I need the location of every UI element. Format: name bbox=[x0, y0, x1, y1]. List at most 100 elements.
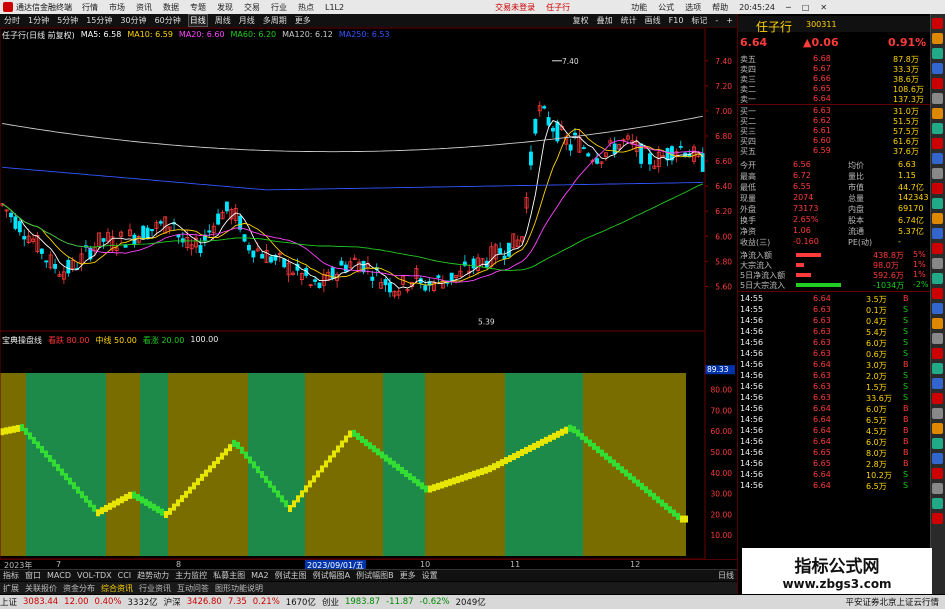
bottom-tab[interactable]: 窗口 bbox=[25, 570, 41, 581]
sidebar-tool-icon[interactable] bbox=[932, 423, 943, 434]
sidebar-tool-icon[interactable] bbox=[932, 108, 943, 119]
kline-chart-area[interactable]: 7.40 7.20 7.00 6.80 6.60 6.40 6.20 6.00 5.80 5.60… bbox=[0, 28, 737, 569]
menu-options[interactable]: 选项 bbox=[685, 2, 701, 13]
sidebar-tool-icon[interactable] bbox=[932, 303, 943, 314]
period-tab-week[interactable]: 周线 bbox=[214, 15, 232, 26]
adjust-button[interactable]: 复权 bbox=[573, 15, 589, 26]
menu-market2[interactable]: 市场 bbox=[109, 2, 125, 13]
bottom-tab[interactable]: MACD bbox=[47, 571, 71, 580]
trade-login-link[interactable]: 交易未登录 bbox=[495, 2, 535, 13]
bottom-tab[interactable]: MA2 bbox=[251, 571, 268, 580]
menu-topic[interactable]: 专题 bbox=[190, 2, 206, 13]
sidebar-tool-icon[interactable] bbox=[932, 408, 943, 419]
sidebar-tool-icon[interactable] bbox=[932, 168, 943, 179]
sidebar-tool-icon[interactable] bbox=[932, 153, 943, 164]
period-tab-multi[interactable]: 多周期 bbox=[262, 15, 288, 26]
sidebar-tool-icon[interactable] bbox=[932, 63, 943, 74]
sub-tab[interactable]: 资金分布 bbox=[63, 583, 95, 594]
sidebar-tool-icon[interactable] bbox=[932, 348, 943, 359]
sidebar-tool-icon[interactable] bbox=[932, 18, 943, 29]
stats-button[interactable]: 统计 bbox=[621, 15, 637, 26]
bottom-tab[interactable]: 例试幅图A bbox=[313, 570, 350, 581]
sidebar-tool-icon[interactable] bbox=[932, 198, 943, 209]
bottom-tab[interactable]: 指标 bbox=[3, 570, 19, 581]
expand-button[interactable]: 扩展 bbox=[3, 583, 19, 594]
sidebar-tool-icon[interactable] bbox=[932, 228, 943, 239]
index-name-hs[interactable]: 沪深 bbox=[164, 596, 181, 608]
minimize-icon[interactable]: ─ bbox=[786, 3, 791, 12]
period-tab-day[interactable]: 日线 bbox=[187, 14, 208, 27]
bottom-tab[interactable]: VOL-TDX bbox=[77, 571, 112, 580]
sidebar-tool-icon[interactable] bbox=[932, 243, 943, 254]
period-tab-15m[interactable]: 15分钟 bbox=[85, 15, 113, 26]
sidebar-tool-icon[interactable] bbox=[932, 378, 943, 389]
sidebar-tool-icon[interactable] bbox=[932, 33, 943, 44]
sidebar-tool-icon[interactable] bbox=[932, 438, 943, 449]
menu-hot[interactable]: 热点 bbox=[298, 2, 314, 13]
draw-button[interactable]: 画线 bbox=[645, 15, 661, 26]
menu-industry[interactable]: 行业 bbox=[271, 2, 287, 13]
sub-tab[interactable]: 图形功能说明 bbox=[215, 583, 263, 594]
menu-discover[interactable]: 发现 bbox=[217, 2, 233, 13]
sidebar-tool-icon[interactable] bbox=[932, 123, 943, 134]
f10-button[interactable]: F10 bbox=[669, 16, 684, 25]
menu-function[interactable]: 功能 bbox=[631, 2, 647, 13]
sidebar-tool-icon[interactable] bbox=[932, 513, 943, 524]
sidebar-tool-icon[interactable] bbox=[932, 468, 943, 479]
period-tab-5m[interactable]: 5分钟 bbox=[56, 15, 79, 26]
index-name-cy[interactable]: 创业 bbox=[322, 596, 339, 608]
period-indicator[interactable]: 日线 bbox=[718, 570, 734, 581]
mark-button[interactable]: 标记 bbox=[691, 15, 707, 26]
menu-data[interactable]: 数据 bbox=[163, 2, 179, 13]
sidebar-tool-icon[interactable] bbox=[932, 183, 943, 194]
overlay-button[interactable]: 叠加 bbox=[597, 15, 613, 26]
period-tab-month[interactable]: 月线 bbox=[238, 15, 256, 26]
menu-l1l2[interactable]: L1L2 bbox=[325, 3, 344, 12]
menu-news[interactable]: 资讯 bbox=[136, 2, 152, 13]
period-tab-30m[interactable]: 30分钟 bbox=[119, 15, 147, 26]
stock-name-link[interactable]: 任子行 bbox=[546, 2, 570, 13]
bottom-tab[interactable]: 设置 bbox=[422, 570, 438, 581]
zoom-out-button[interactable]: - bbox=[715, 16, 718, 25]
bottom-tab[interactable]: CCI bbox=[118, 571, 132, 580]
maximize-icon[interactable]: □ bbox=[802, 3, 810, 12]
menu-formula[interactable]: 公式 bbox=[658, 2, 674, 13]
sub-tab[interactable]: 综合资讯 bbox=[101, 583, 133, 594]
bottom-tab[interactable]: 例试幅图B bbox=[356, 570, 394, 581]
sidebar-tool-icon[interactable] bbox=[932, 273, 943, 284]
sidebar-tool-icon[interactable] bbox=[932, 213, 943, 224]
bottom-tab[interactable]: 私募主图 bbox=[213, 570, 245, 581]
bottom-tab[interactable]: 主力监控 bbox=[175, 570, 207, 581]
sub-tab[interactable]: 行业资讯 bbox=[139, 583, 171, 594]
sidebar-tool-icon[interactable] bbox=[932, 288, 943, 299]
sub-tab[interactable]: 互动问答 bbox=[177, 583, 209, 594]
sidebar-tool-icon[interactable] bbox=[932, 393, 943, 404]
close-icon[interactable]: ✕ bbox=[820, 3, 827, 12]
sidebar-tool-icon[interactable] bbox=[932, 483, 943, 494]
period-tab-fenshi[interactable]: 分时 bbox=[3, 15, 21, 26]
sidebar-tool-icon[interactable] bbox=[932, 138, 943, 149]
sidebar-tool-icon[interactable] bbox=[932, 258, 943, 269]
sidebar-tool-icon[interactable] bbox=[932, 318, 943, 329]
sidebar-tool-icon[interactable] bbox=[932, 498, 943, 509]
period-tab-1m[interactable]: 1分钟 bbox=[27, 15, 50, 26]
indicator-name[interactable]: 宝典操盘线 bbox=[2, 335, 42, 346]
server-status[interactable]: 平安证券北京上证云行情 bbox=[845, 596, 939, 608]
menu-trade[interactable]: 交易 bbox=[244, 2, 260, 13]
sidebar-tool-icon[interactable] bbox=[932, 333, 943, 344]
sub-tab[interactable]: 关联报价 bbox=[25, 583, 57, 594]
zoom-in-button[interactable]: + bbox=[726, 16, 733, 25]
period-tab-more[interactable]: 更多 bbox=[294, 15, 312, 26]
period-tab-60m[interactable]: 60分钟 bbox=[154, 15, 182, 26]
sidebar-tool-icon[interactable] bbox=[932, 453, 943, 464]
bottom-tab[interactable]: 趋势动力 bbox=[137, 570, 169, 581]
bottom-tab[interactable]: 例试主图 bbox=[275, 570, 307, 581]
menu-help[interactable]: 帮助 bbox=[712, 2, 728, 13]
sidebar-tool-icon[interactable] bbox=[932, 78, 943, 89]
sidebar-tool-icon[interactable] bbox=[932, 48, 943, 59]
sidebar-tool-icon[interactable] bbox=[932, 363, 943, 374]
sidebar-tool-icon[interactable] bbox=[932, 93, 943, 104]
bottom-tab[interactable]: 更多 bbox=[400, 570, 416, 581]
menu-market[interactable]: 行情 bbox=[82, 2, 98, 13]
index-name-sh[interactable]: 上证 bbox=[0, 596, 17, 608]
